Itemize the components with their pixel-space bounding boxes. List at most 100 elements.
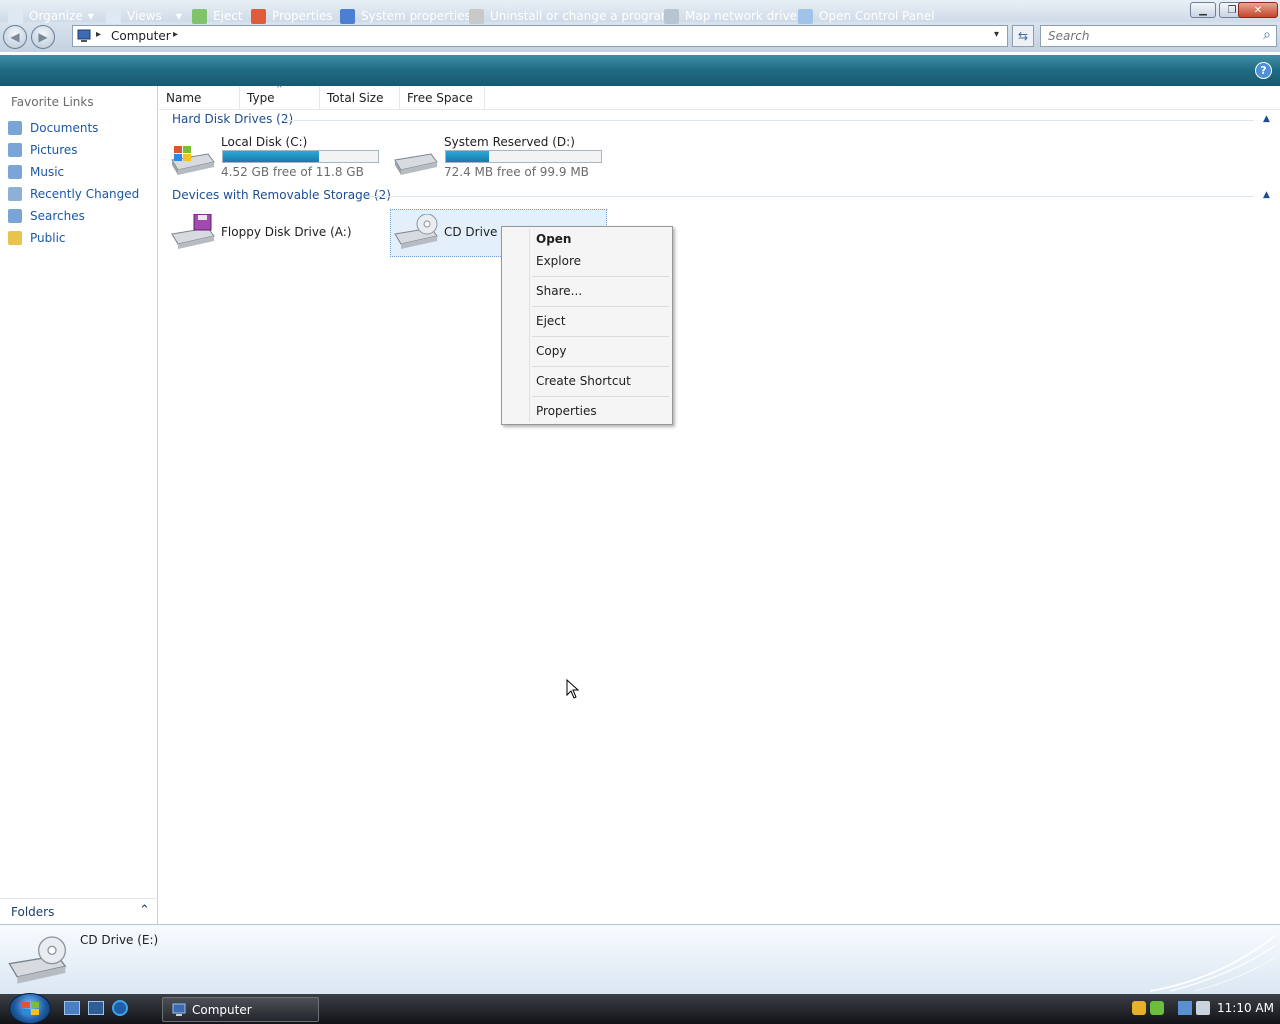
sidebar-item-label: Recently Changed [30, 187, 140, 201]
open-control-panel-button[interactable]: Open Control Panel [798, 7, 934, 25]
control-panel-icon [798, 8, 813, 24]
music-icon [8, 165, 22, 179]
menu-item-eject[interactable]: Eject [536, 311, 566, 331]
network-icon[interactable] [1178, 1001, 1192, 1015]
computer-icon [77, 29, 91, 42]
menu-separator [532, 276, 669, 277]
menu-item-explore[interactable]: Explore [536, 251, 581, 271]
properties-label: Properties [272, 9, 333, 23]
views-icon [106, 8, 121, 24]
close-icon: ✕ [1253, 4, 1263, 16]
group-divider [365, 196, 1254, 197]
menu-item-create-shortcut[interactable]: Create Shortcut [536, 371, 631, 391]
sidebar-item-music[interactable]: Music [8, 163, 64, 181]
sidebar-item-label: Music [30, 165, 65, 179]
system-properties-button[interactable]: System properties [340, 7, 471, 25]
drive-free-space: 4.52 GB free of 11.8 GB [221, 165, 364, 179]
start-button[interactable] [9, 993, 51, 1024]
organize-button[interactable]: Organize ▼ [8, 7, 94, 25]
menu-separator [532, 396, 669, 397]
forward-arrow-icon: ▶ [38, 30, 48, 44]
menu-item-properties[interactable]: Properties [536, 401, 597, 421]
column-type[interactable]: Type ^ [240, 84, 320, 110]
minimize-button[interactable]: ▁ [1190, 2, 1216, 18]
update-icon[interactable] [1150, 1001, 1164, 1015]
eject-label: Eject [213, 9, 243, 23]
drive-name: Local Disk (C:) [221, 135, 308, 149]
context-menu: Open Explore Share... Eject Copy Create … [501, 226, 673, 425]
drive-floppy-a[interactable]: Floppy Disk Drive (A:) [168, 210, 383, 256]
column-free-space[interactable]: Free Space [400, 86, 485, 110]
details-pane: CD Drive (E:) [0, 924, 1280, 994]
chevron-up-icon: ⌃ [139, 903, 150, 918]
organize-label: Organize [29, 9, 83, 23]
organize-icon [8, 8, 23, 24]
menu-item-copy[interactable]: Copy [536, 341, 566, 361]
folders-label: Folders [11, 905, 55, 919]
show-desktop-icon[interactable] [64, 1001, 80, 1015]
sidebar-item-label: Searches [30, 209, 85, 223]
documents-icon [8, 121, 22, 135]
sidebar-item-documents[interactable]: Documents [8, 119, 98, 137]
address-dropdown-icon[interactable]: ▾ [994, 29, 999, 40]
searches-icon [8, 209, 22, 223]
help-button[interactable]: ? [1255, 62, 1272, 79]
command-bar [0, 55, 1280, 86]
refresh-button[interactable]: ⇆ [1012, 25, 1034, 47]
sidebar-item-searches[interactable]: Searches [8, 207, 85, 225]
cd-drive-icon [394, 214, 438, 249]
eject-icon [192, 8, 207, 24]
system-properties-label: System properties [361, 9, 471, 23]
column-header: Name Type ^ Total Size Free Space [159, 84, 1280, 110]
drive-local-disk-c[interactable]: Local Disk (C:) 4.52 GB free of 11.8 GB [168, 135, 383, 182]
recently-changed-icon [8, 187, 22, 201]
eject-button[interactable]: Eject [192, 7, 243, 25]
drive-system-reserved-d[interactable]: System Reserved (D:) 72.4 MB free of 99.… [391, 135, 606, 182]
search-icon[interactable]: ⌕ [1263, 27, 1271, 43]
column-name[interactable]: Name [159, 86, 240, 110]
refresh-icon: ⇆ [1017, 29, 1029, 43]
sidebar-item-recently-changed[interactable]: Recently Changed [8, 185, 139, 203]
back-button[interactable]: ◀ [3, 25, 27, 49]
network-drive-icon [664, 8, 679, 24]
views-label: Views [127, 9, 162, 23]
column-total-size[interactable]: Total Size [320, 86, 400, 110]
switch-windows-icon[interactable] [88, 1001, 104, 1015]
map-network-drive-button[interactable]: Map network drive [664, 7, 797, 25]
uninstall-program-button[interactable]: Uninstall or change a program [469, 7, 673, 25]
mouse-cursor-icon [566, 679, 580, 699]
breadcrumb-computer[interactable]: Computer [111, 29, 171, 43]
breadcrumb-arrow-icon[interactable]: ▸ [173, 29, 178, 40]
group-hard-disk-drives[interactable]: Hard Disk Drives (2) [172, 112, 293, 126]
menu-item-share[interactable]: Share... [536, 281, 582, 301]
breadcrumb-root-arrow-icon[interactable]: ▸ [96, 29, 101, 40]
volume-icon[interactable] [1196, 1001, 1210, 1015]
chevron-down-icon: ▼ [87, 11, 94, 21]
uninstall-label: Uninstall or change a program [490, 9, 673, 23]
cd-drive-large-icon [8, 936, 67, 984]
search-box[interactable]: ⌕ [1040, 25, 1277, 47]
close-button[interactable]: ✕ [1238, 2, 1278, 18]
properties-button[interactable]: Properties [251, 7, 333, 25]
taskbar-button-computer[interactable]: Computer [162, 997, 319, 1022]
sidebar-item-pictures[interactable]: Pictures [8, 141, 78, 159]
hard-disk-icon [394, 153, 438, 175]
group-divider [282, 120, 1254, 121]
folders-toggle[interactable]: Folders ⌃ [0, 898, 158, 924]
menu-gutter [529, 229, 530, 422]
group-removable-storage[interactable]: Devices with Removable Storage (2) [172, 188, 391, 202]
forward-button[interactable]: ▶ [31, 25, 55, 49]
clock[interactable]: 11:10 AM [1217, 1001, 1274, 1015]
collapse-group-icon[interactable]: ▲ [1263, 190, 1270, 200]
collapse-group-icon[interactable]: ▲ [1263, 114, 1270, 124]
floppy-drive-icon [171, 214, 215, 249]
sidebar-item-label: Pictures [30, 143, 78, 157]
internet-explorer-icon[interactable] [112, 1000, 128, 1016]
details-swoosh-decoration [1150, 934, 1277, 992]
menu-item-open[interactable]: Open [536, 229, 571, 249]
views-button[interactable]: Views ▼ [106, 7, 182, 25]
address-bar[interactable]: ▸ Computer ▸ ▾ [72, 25, 1008, 47]
sidebar-item-public[interactable]: Public [8, 229, 66, 247]
search-input[interactable] [1046, 27, 1246, 45]
security-shield-icon[interactable] [1132, 1001, 1146, 1015]
